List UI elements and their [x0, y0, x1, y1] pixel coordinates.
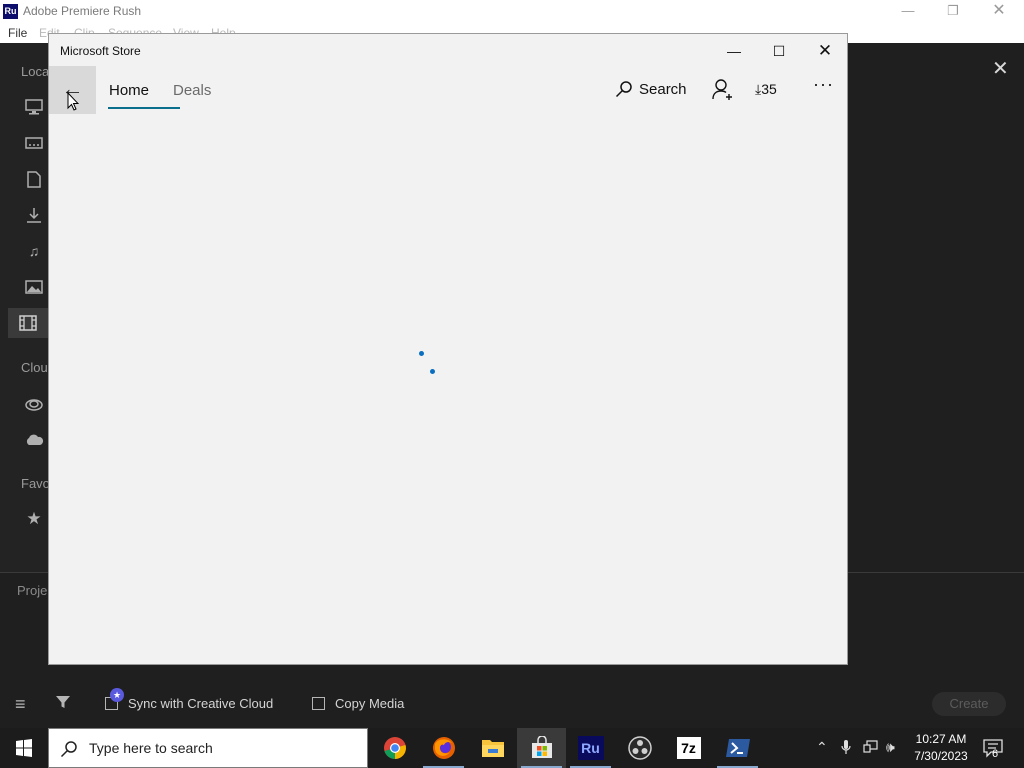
drive-icon[interactable] — [24, 134, 44, 152]
filter-icon[interactable] — [55, 694, 71, 715]
powershell-icon[interactable] — [713, 728, 762, 768]
taskbar-search-box[interactable]: Type here to search — [48, 728, 368, 768]
copy-media-label: Copy Media — [335, 696, 405, 711]
store-maximize-button[interactable]: ☐ — [756, 38, 802, 64]
rush-close-window-button[interactable]: ✕ — [976, 0, 1022, 24]
menu-file[interactable]: File — [8, 26, 27, 40]
rush-app-icon: Ru — [3, 4, 18, 19]
search-button[interactable]: Search — [615, 80, 687, 98]
document-icon[interactable] — [24, 170, 44, 188]
star-icon[interactable]: ★ — [24, 509, 44, 528]
sidebar-heading-local: Loca — [21, 64, 50, 79]
more-options-button[interactable]: ··· — [813, 74, 834, 95]
tab-deals[interactable]: Deals — [173, 82, 211, 99]
microphone-icon[interactable] — [841, 739, 851, 758]
sidebar-heading-cloud: Clou — [21, 360, 48, 375]
chrome-icon[interactable] — [370, 728, 419, 768]
projects-heading: Proje — [17, 583, 48, 598]
search-icon — [615, 81, 632, 98]
sync-badge-icon: ★ — [110, 688, 124, 702]
rush-window-title: Adobe Premiere Rush — [23, 4, 142, 18]
loading-spinner-dot — [430, 369, 435, 374]
store-window-title: Microsoft Store — [60, 44, 141, 58]
microsoft-store-window: Microsoft Store — ☐ ✕ ← Home Deals Searc… — [48, 33, 848, 665]
cloud-icon[interactable] — [24, 430, 44, 448]
rush-panel-close-icon[interactable]: ✕ — [992, 56, 1009, 81]
downloads-button[interactable]: ⤓35 — [755, 81, 777, 98]
clock-time[interactable]: 10:27 AM — [912, 732, 970, 746]
rush-titlebar: Ru Adobe Premiere Rush — ❐ ✕ — [0, 0, 1024, 24]
sync-label: Sync with Creative Cloud — [128, 696, 274, 711]
obs-icon[interactable] — [615, 728, 664, 768]
rush-restore-button[interactable]: ❐ — [930, 0, 976, 24]
premiere-rush-icon[interactable]: Ru — [566, 728, 615, 768]
taskbar-search-placeholder: Type here to search — [89, 740, 213, 756]
mouse-cursor-icon — [67, 92, 79, 111]
start-button[interactable] — [0, 728, 48, 768]
notification-count-badge: 6 — [992, 748, 999, 760]
create-button[interactable]: Create — [932, 692, 1006, 716]
sidebar-heading-favorites: Favo — [21, 476, 50, 491]
selected-tab-indicator — [108, 107, 180, 109]
windows-logo-icon — [16, 739, 32, 757]
file-explorer-icon[interactable] — [468, 728, 517, 768]
store-close-button[interactable]: ✕ — [802, 38, 848, 64]
rush-minimize-button[interactable]: — — [885, 0, 931, 24]
copy-media-checkbox[interactable] — [312, 697, 325, 710]
music-icon[interactable]: ♫ — [24, 242, 44, 260]
creative-cloud-icon[interactable] — [24, 395, 44, 413]
clock-date[interactable]: 7/30/2023 — [910, 749, 972, 763]
monitor-icon[interactable] — [24, 98, 44, 116]
microsoft-store-icon[interactable] — [517, 728, 566, 768]
volume-icon[interactable]: 🕪 — [886, 739, 895, 756]
add-account-icon[interactable] — [711, 78, 735, 102]
premiere-rush-label: Ru — [577, 736, 604, 760]
search-label: Search — [639, 80, 687, 98]
show-hidden-icons-icon[interactable]: ⌃ — [816, 739, 828, 756]
7zip-icon[interactable]: 7z — [664, 728, 713, 768]
image-icon[interactable] — [24, 278, 44, 296]
search-icon — [60, 741, 77, 758]
taskbar: Type here to search Ru 7z ⌃ 🕪 10:27 AM 7… — [0, 728, 1024, 768]
film-icon[interactable] — [8, 308, 48, 338]
rush-footer: ≡ ★ Sync with Creative Cloud Copy Media … — [0, 684, 1024, 728]
list-menu-icon[interactable]: ≡ — [15, 694, 26, 715]
7zip-label: 7z — [676, 737, 701, 759]
loading-spinner-dot — [419, 351, 424, 356]
store-minimize-button[interactable]: — — [711, 38, 757, 64]
firefox-icon[interactable] — [419, 728, 468, 768]
tab-home[interactable]: Home — [109, 82, 149, 99]
downloads-count: 35 — [761, 81, 777, 97]
download-icon[interactable] — [24, 206, 44, 224]
network-icon[interactable] — [863, 739, 879, 758]
